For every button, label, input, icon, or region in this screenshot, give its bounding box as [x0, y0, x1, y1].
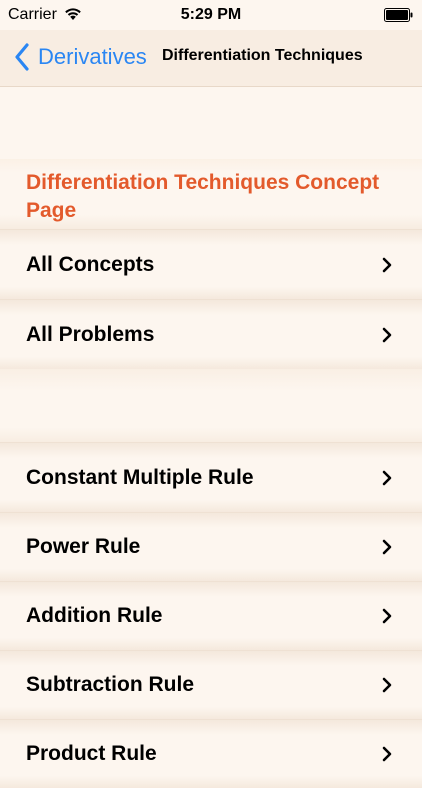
row-label: Constant Multiple Rule	[26, 465, 254, 489]
table-view: Differentiation Techniques Concept Page …	[0, 87, 422, 788]
nav-title: Differentiation Techniques	[162, 47, 363, 64]
row-label: All Concepts	[26, 252, 155, 276]
back-chevron-icon	[15, 43, 29, 71]
back-button[interactable]: Derivatives	[14, 40, 147, 74]
back-button-label: Derivatives	[38, 44, 147, 69]
product-rule-row[interactable]: Product Rule	[0, 719, 422, 788]
status-bar: Carrier 5:29 PM	[0, 0, 422, 30]
row-label: Power Rule	[26, 535, 141, 558]
status-time: 5:29 PM	[180, 6, 242, 23]
constant-multiple-rule-row[interactable]: Constant Multiple Rule	[0, 442, 422, 512]
top-spacer	[0, 87, 422, 159]
all-problems-row[interactable]: All Problems	[0, 299, 422, 369]
battery-icon	[384, 8, 413, 22]
row-label: Subtraction Rule	[26, 673, 195, 696]
all-concepts-row[interactable]: All Concepts	[0, 229, 422, 299]
subtraction-rule-row[interactable]: Subtraction Rule	[0, 650, 422, 719]
chevron-right-icon	[382, 608, 392, 624]
section-header: Differentiation Techniques Concept Page	[0, 159, 422, 229]
chevron-right-icon	[382, 327, 392, 342]
row-label: Addition Rule	[26, 604, 163, 627]
power-rule-row[interactable]: Power Rule	[0, 512, 422, 581]
chevron-right-icon	[382, 746, 392, 762]
chevron-right-icon	[382, 257, 392, 272]
chevron-right-icon	[382, 539, 392, 555]
navigation-bar: Derivatives Differentiation Techniques	[0, 30, 422, 87]
section-gap	[0, 369, 422, 442]
row-label: All Problems	[26, 322, 155, 346]
row-label: Product Rule	[26, 742, 157, 765]
chevron-right-icon	[382, 677, 392, 693]
chevron-right-icon	[382, 470, 392, 485]
addition-rule-row[interactable]: Addition Rule	[0, 581, 422, 650]
